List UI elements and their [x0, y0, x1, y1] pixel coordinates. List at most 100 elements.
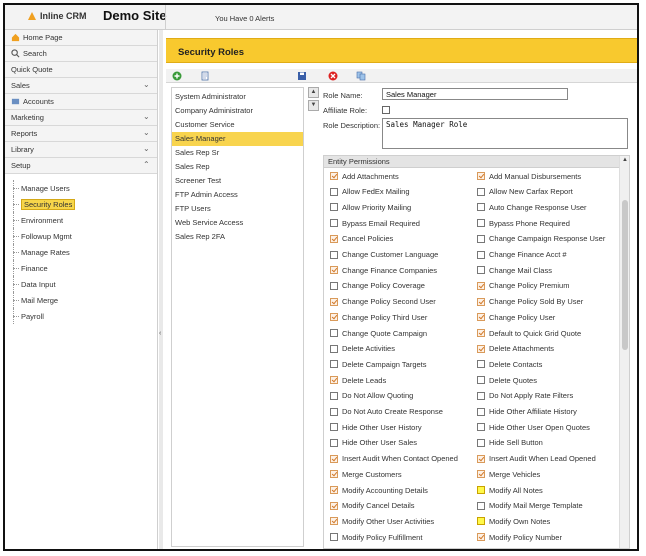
- nav-search[interactable]: Search: [5, 46, 157, 62]
- tree-item-mail-merge[interactable]: Mail Merge: [5, 292, 157, 308]
- permission-item[interactable]: Hide Sell Button: [477, 437, 543, 449]
- permission-item[interactable]: Modify Mail Merge Template: [477, 500, 583, 512]
- permission-checkbox[interactable]: [477, 360, 485, 369]
- permission-checkbox[interactable]: [477, 454, 485, 463]
- permission-item[interactable]: Do Not Apply Rate Filters: [477, 390, 573, 402]
- permission-checkbox[interactable]: [477, 517, 485, 526]
- tree-item-manage-users[interactable]: Manage Users: [5, 180, 157, 196]
- add-icon[interactable]: [172, 71, 182, 81]
- permission-checkbox[interactable]: [477, 486, 485, 494]
- permission-checkbox[interactable]: [477, 313, 485, 322]
- permission-item[interactable]: Bypass Email Required: [330, 217, 420, 229]
- nav-collapse-handle[interactable]: ‹: [159, 30, 163, 549]
- permission-item[interactable]: Change Campaign Response User: [477, 233, 605, 245]
- permission-checkbox[interactable]: [330, 360, 338, 369]
- permission-checkbox[interactable]: [330, 313, 338, 322]
- permission-checkbox[interactable]: [477, 329, 485, 337]
- role-description-input[interactable]: Sales Manager Role: [382, 118, 628, 149]
- permission-checkbox[interactable]: [477, 187, 485, 196]
- tree-item-security-roles[interactable]: Security Roles: [5, 196, 157, 212]
- permission-checkbox[interactable]: [477, 203, 485, 212]
- permission-item[interactable]: Hide Other User Open Quotes: [477, 421, 590, 433]
- tree-item-manage-rates[interactable]: Manage Rates: [5, 244, 157, 260]
- permission-item[interactable]: Insert Audit When Lead Opened: [477, 453, 596, 465]
- permission-checkbox[interactable]: [330, 423, 338, 432]
- role-list-item[interactable]: Sales Rep 2FA: [172, 230, 303, 244]
- permission-checkbox[interactable]: [477, 234, 485, 243]
- delete-icon[interactable]: [328, 71, 338, 81]
- permission-item[interactable]: Hide Other User History: [330, 421, 422, 433]
- nav-reports[interactable]: Reports ⌄: [5, 126, 157, 142]
- affiliate-role-checkbox[interactable]: [382, 106, 390, 114]
- role-list-item[interactable]: FTP Admin Access: [172, 188, 303, 202]
- permission-checkbox[interactable]: [477, 391, 485, 400]
- role-list-item[interactable]: Web Service Access: [172, 216, 303, 230]
- nav-quick-quote[interactable]: Quick Quote: [5, 62, 157, 78]
- save-icon[interactable]: [297, 71, 307, 81]
- permission-item[interactable]: Change Policy Sold By User: [477, 296, 583, 308]
- role-list-item[interactable]: System Administrator: [172, 90, 303, 104]
- tree-item-environment[interactable]: Environment: [5, 212, 157, 228]
- nav-library[interactable]: Library ⌄: [5, 142, 157, 158]
- permission-checkbox[interactable]: [330, 344, 338, 353]
- permission-item[interactable]: Default to Quick Grid Quote: [477, 327, 581, 339]
- permission-checkbox[interactable]: [330, 266, 338, 275]
- permission-item[interactable]: Modify Policy Number: [477, 531, 562, 543]
- permission-checkbox[interactable]: [330, 187, 338, 196]
- permission-checkbox[interactable]: [477, 423, 485, 432]
- tree-item-followup-mgmt[interactable]: Followup Mgmt: [5, 228, 157, 244]
- role-list-item-selected[interactable]: Sales Manager: [172, 132, 303, 146]
- permission-item[interactable]: Modify Own Notes: [477, 515, 550, 527]
- permission-item[interactable]: Allow New Carfax Report: [477, 186, 573, 198]
- role-list-item[interactable]: Sales Rep Sr: [172, 146, 303, 160]
- permission-checkbox[interactable]: [477, 470, 485, 479]
- permission-checkbox[interactable]: [330, 281, 338, 290]
- permission-checkbox[interactable]: [330, 376, 338, 385]
- permission-item[interactable]: Do Not Allow Quoting: [330, 390, 413, 402]
- permission-checkbox[interactable]: [477, 501, 485, 510]
- permission-item[interactable]: Change Policy Second User: [330, 296, 436, 308]
- document-icon[interactable]: [200, 71, 210, 81]
- permission-checkbox[interactable]: [330, 517, 338, 526]
- permission-item[interactable]: Insert Audit When Contact Opened: [330, 453, 458, 465]
- permission-item[interactable]: Change Policy User: [477, 311, 555, 323]
- permission-item[interactable]: Merge Vehicles: [477, 468, 540, 480]
- move-down-button[interactable]: ▼: [308, 100, 319, 111]
- permission-checkbox[interactable]: [330, 329, 338, 337]
- permission-checkbox[interactable]: [330, 234, 338, 243]
- permission-item[interactable]: Modify Other User Activities: [330, 515, 434, 527]
- permission-item[interactable]: Auto Change Response User: [477, 201, 587, 213]
- permission-item[interactable]: Delete Activities: [330, 343, 395, 355]
- permission-checkbox[interactable]: [330, 297, 338, 306]
- permission-item[interactable]: Change Mail Class: [477, 264, 552, 276]
- permission-checkbox[interactable]: [330, 172, 338, 180]
- nav-setup[interactable]: Setup ⌃: [5, 158, 157, 174]
- permission-item[interactable]: Change Policy Coverage: [330, 280, 425, 292]
- permission-item[interactable]: Change Policy Premium: [477, 280, 569, 292]
- permission-item[interactable]: Allow FedEx Mailing: [330, 186, 410, 198]
- permission-checkbox[interactable]: [477, 407, 485, 416]
- permission-checkbox[interactable]: [477, 219, 485, 228]
- permission-checkbox[interactable]: [330, 501, 338, 510]
- permission-checkbox[interactable]: [477, 438, 485, 447]
- nav-home[interactable]: Home Page: [5, 30, 157, 46]
- permission-item[interactable]: Add Manual Disbursements: [477, 170, 581, 182]
- role-list-item[interactable]: FTP Users: [172, 202, 303, 216]
- permission-item[interactable]: Allow Priority Mailing: [330, 201, 411, 213]
- permission-checkbox[interactable]: [330, 391, 338, 400]
- permission-item[interactable]: Change Finance Companies: [330, 264, 437, 276]
- nav-accounts[interactable]: Accounts: [5, 94, 157, 110]
- permission-checkbox[interactable]: [330, 219, 338, 228]
- permission-item[interactable]: Change Finance Acct #: [477, 249, 567, 261]
- permission-item[interactable]: Modify Cancel Details: [330, 500, 415, 512]
- role-list-item[interactable]: Company Administrator: [172, 104, 303, 118]
- permission-checkbox[interactable]: [477, 250, 485, 259]
- permission-item[interactable]: Delete Leads: [330, 374, 386, 386]
- permission-checkbox[interactable]: [477, 266, 485, 275]
- permission-item[interactable]: Do Not Auto Create Response: [330, 406, 443, 418]
- permission-item[interactable]: Change Customer Language: [330, 249, 438, 261]
- permission-item[interactable]: Hide Other User Sales: [330, 437, 417, 449]
- permission-item[interactable]: Delete Quotes: [477, 374, 537, 386]
- permission-item[interactable]: Merge Customers: [330, 468, 402, 480]
- permission-item[interactable]: Delete Attachments: [477, 343, 554, 355]
